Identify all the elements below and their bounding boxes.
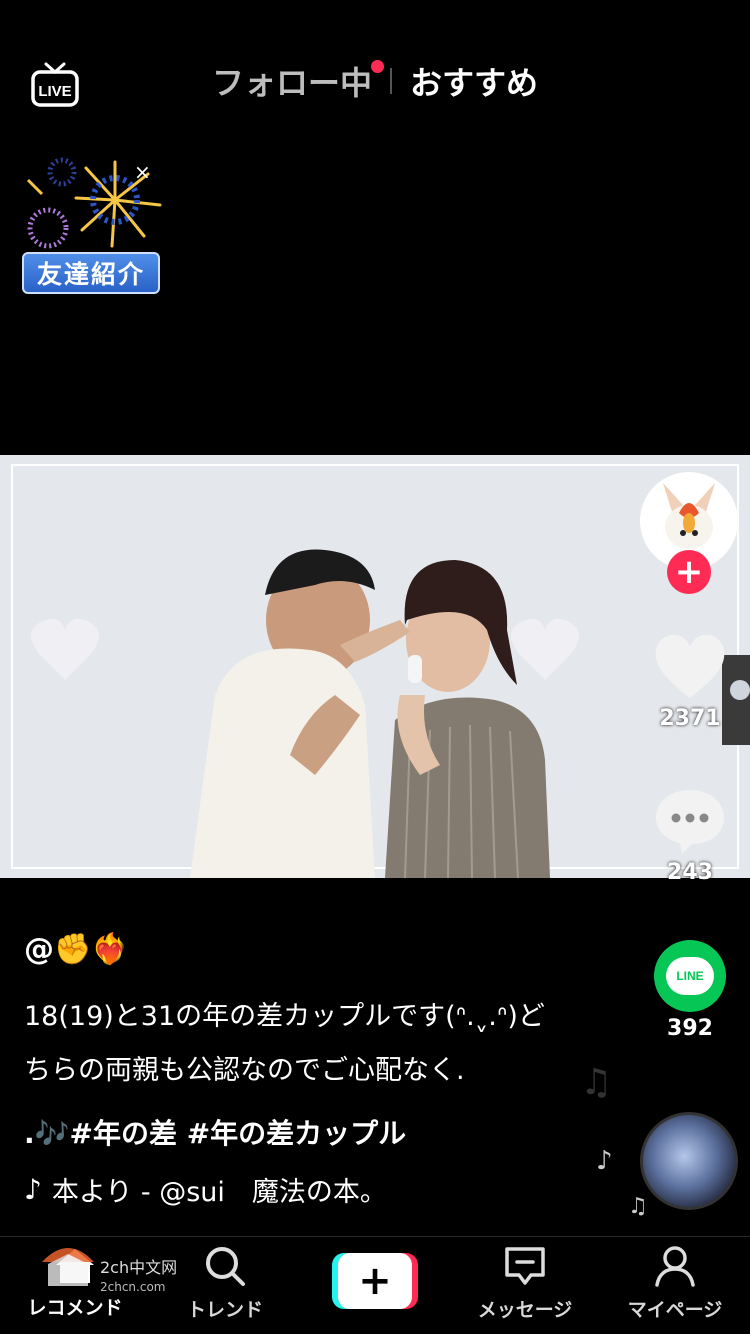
watermark-url: 2chcn.com xyxy=(100,1280,166,1294)
comment-button[interactable]: 243 xyxy=(650,786,730,885)
music-note-icon: ♪ xyxy=(596,1146,613,1176)
nav-profile[interactable]: マイページ xyxy=(600,1245,750,1322)
heart-icon xyxy=(655,634,725,698)
tab-recommended-label: おすすめ xyxy=(410,64,539,102)
music-title: 本より - @sui 魔法の本。 xyxy=(51,1177,387,1208)
watermark-site: 2ch中文网 xyxy=(100,1258,178,1277)
line-icon: LINE xyxy=(654,940,726,1012)
plus-icon: + xyxy=(338,1253,412,1309)
invite-friends-button[interactable]: 友達紹介 xyxy=(22,252,160,294)
comment-count: 243 xyxy=(667,860,713,885)
video-player[interactable] xyxy=(0,455,750,878)
post-caption: 18(19)と31の年の差カップルです(ᐢ.ˬ.ᐢ)ど ちらの両親も公認なのでご… xyxy=(24,990,624,1098)
inbox-icon xyxy=(505,1247,545,1285)
caption-line: 18(19)と31の年の差カップルです(ᐢ.ˬ.ᐢ)ど xyxy=(24,1001,545,1032)
invite-close-icon[interactable]: × xyxy=(134,160,151,184)
post-username[interactable]: @✊❤️‍🔥 xyxy=(24,932,129,967)
music-disc-button[interactable] xyxy=(640,1112,738,1210)
top-tabs: フォロー中 おすすめ xyxy=(0,58,750,104)
follow-button[interactable]: + xyxy=(667,550,711,594)
like-button[interactable]: 2371 xyxy=(650,632,730,731)
like-count: 2371 xyxy=(659,706,721,731)
tiktok-note-icon: ♪ xyxy=(24,1173,42,1206)
tab-divider xyxy=(390,68,392,94)
profile-icon xyxy=(655,1246,695,1287)
nav-profile-label: マイページ xyxy=(627,1299,723,1321)
share-count: 392 xyxy=(667,1016,713,1041)
line-logo-text: LINE xyxy=(666,957,714,995)
tab-recommended[interactable]: おすすめ xyxy=(410,58,538,104)
music-note-icon: ♫ xyxy=(628,1194,648,1219)
nav-messages-label: メッセージ xyxy=(477,1299,573,1321)
post-hashtags[interactable]: .🎶#年の差 #年の差カップル xyxy=(24,1112,406,1152)
share-line-button[interactable]: LINE 392 xyxy=(650,940,730,1041)
notification-dot xyxy=(371,60,384,73)
video-frame-image xyxy=(0,455,750,878)
tab-following-label: フォロー中 xyxy=(211,64,372,102)
nav-messages[interactable]: メッセージ xyxy=(450,1245,600,1322)
tab-following[interactable]: フォロー中 xyxy=(211,58,384,104)
search-icon xyxy=(206,1247,245,1286)
music-info[interactable]: ♪ 本より - @sui 魔法の本。 xyxy=(24,1170,387,1209)
comment-icon xyxy=(656,790,724,854)
create-button[interactable]: + xyxy=(332,1253,418,1309)
nav-trend-label: トレンド xyxy=(186,1299,263,1321)
caption-line: ちらの両親も公認なのでご心配なく. xyxy=(24,1055,465,1086)
